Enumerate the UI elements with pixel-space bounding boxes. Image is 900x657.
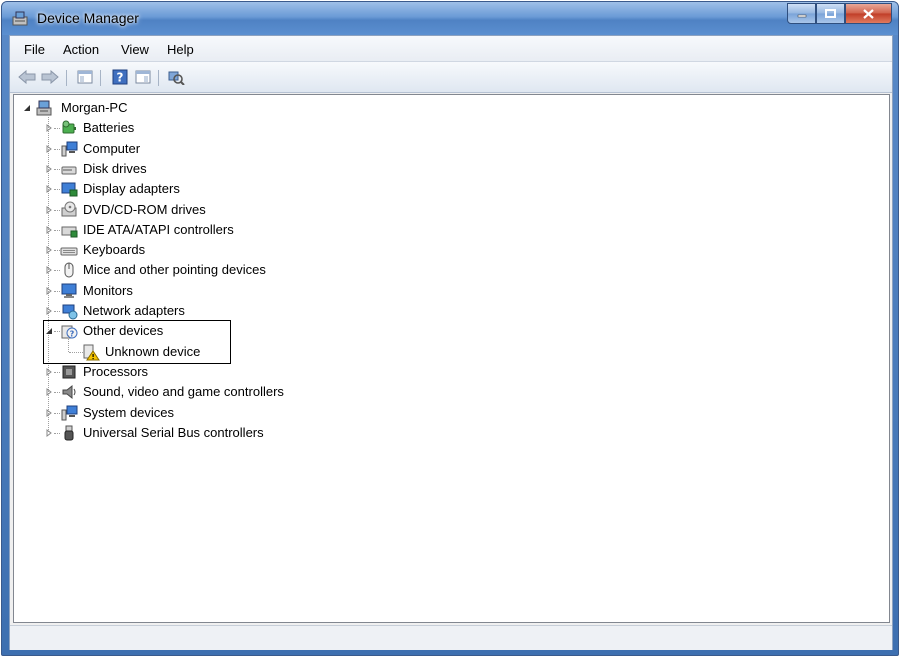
tree-label-category[interactable]: DVD/CD-ROM drives [83, 201, 206, 219]
close-icon [863, 8, 874, 19]
menu-view[interactable]: View [121, 42, 149, 57]
expand-arrow-icon[interactable] [45, 124, 53, 133]
network-adapter-icon [62, 304, 78, 320]
maximize-icon [825, 9, 836, 18]
forward-button[interactable] [41, 68, 59, 86]
minimize-button[interactable] [787, 3, 816, 24]
battery-icon [62, 120, 76, 134]
tree-label-category[interactable]: Universal Serial Bus controllers [83, 424, 264, 442]
show-hide-console-tree-icon [77, 70, 93, 84]
tree-label-category[interactable]: Processors [83, 363, 148, 381]
disk-drive-icon [61, 166, 77, 175]
tree-label-category[interactable]: System devices [83, 404, 174, 422]
system-devices-icon [61, 405, 78, 420]
expand-arrow-icon[interactable] [45, 408, 53, 417]
tree-label-category[interactable]: Batteries [83, 119, 134, 137]
tree-label-category[interactable]: Disk drives [83, 160, 147, 178]
keyboard-icon [60, 247, 78, 256]
expand-arrow-icon[interactable] [45, 388, 53, 397]
maximize-button[interactable] [816, 3, 845, 24]
client-area: File Action View Help ? Morgan-PC Batter… [9, 35, 893, 650]
properties-icon [135, 70, 151, 84]
console-tree-button[interactable] [76, 68, 94, 86]
expand-arrow-icon[interactable] [45, 428, 53, 437]
expand-arrow-icon[interactable] [45, 266, 53, 275]
menu-action[interactable]: Action [63, 42, 99, 57]
menu-file[interactable]: File [24, 42, 45, 57]
svg-text:?: ? [117, 71, 124, 85]
properties-button[interactable] [134, 68, 152, 86]
expand-arrow-icon[interactable] [45, 246, 53, 255]
tree-label-category[interactable]: Monitors [83, 282, 133, 300]
ide-controller-icon [61, 226, 78, 238]
help-button[interactable]: ? [111, 68, 129, 86]
tree-label-category[interactable]: Mice and other pointing devices [83, 261, 266, 279]
expand-arrow-icon[interactable] [45, 164, 53, 173]
title-bar[interactable]: Device Manager [2, 2, 898, 35]
processor-icon [62, 365, 76, 379]
status-bar [10, 625, 892, 650]
dvd-drive-icon [61, 201, 77, 216]
expand-arrow-icon[interactable] [45, 205, 53, 214]
display-adapter-icon [61, 182, 78, 197]
forward-icon [41, 70, 59, 84]
tree-label-category[interactable]: Sound, video and game controllers [83, 383, 284, 401]
tree-label-category[interactable]: Computer [83, 140, 140, 158]
expand-arrow-icon[interactable] [45, 185, 53, 194]
computer-icon [61, 141, 78, 157]
device-manager-window: Device Manager File Action View Help ? M… [1, 1, 899, 656]
toolbar-separator [100, 70, 101, 86]
monitor-icon [61, 283, 77, 298]
mouse-icon [64, 262, 74, 278]
collapse-arrow-icon[interactable] [23, 104, 31, 112]
tree-label-root[interactable]: Morgan-PC [61, 99, 127, 117]
scan-hardware-icon [168, 71, 185, 85]
back-icon [18, 70, 36, 84]
expand-arrow-icon[interactable] [45, 225, 53, 234]
toolbar-separator [66, 70, 67, 86]
speaker-icon [62, 385, 76, 400]
back-button[interactable] [18, 68, 36, 86]
menu-bar: File Action View Help [10, 36, 892, 62]
help-icon: ? [112, 69, 128, 85]
computer-root-icon [36, 100, 52, 116]
tree-label-category[interactable]: IDE ATA/ATAPI controllers [83, 221, 234, 239]
toolbar-separator [158, 70, 159, 86]
toolbar: ? [10, 62, 892, 93]
highlight-box [43, 320, 231, 364]
tree-label-category[interactable]: Display adapters [83, 180, 180, 198]
window-title: Device Manager [37, 10, 139, 26]
tree-label-category[interactable]: Keyboards [83, 241, 145, 259]
close-button[interactable] [845, 3, 892, 24]
menu-help[interactable]: Help [167, 42, 194, 57]
expand-arrow-icon[interactable] [45, 367, 53, 376]
usb-icon [64, 425, 74, 441]
tree-label-category[interactable]: Network adapters [83, 302, 185, 320]
expand-arrow-icon[interactable] [45, 307, 53, 315]
device-tree[interactable]: Morgan-PC Batteries Computer Disk drives Dis… [13, 94, 890, 623]
scan-hardware-button[interactable] [167, 68, 185, 86]
device-manager-icon [12, 11, 28, 26]
expand-arrow-icon[interactable] [45, 286, 53, 295]
minimize-icon [797, 14, 806, 17]
expand-arrow-icon[interactable] [45, 144, 53, 153]
